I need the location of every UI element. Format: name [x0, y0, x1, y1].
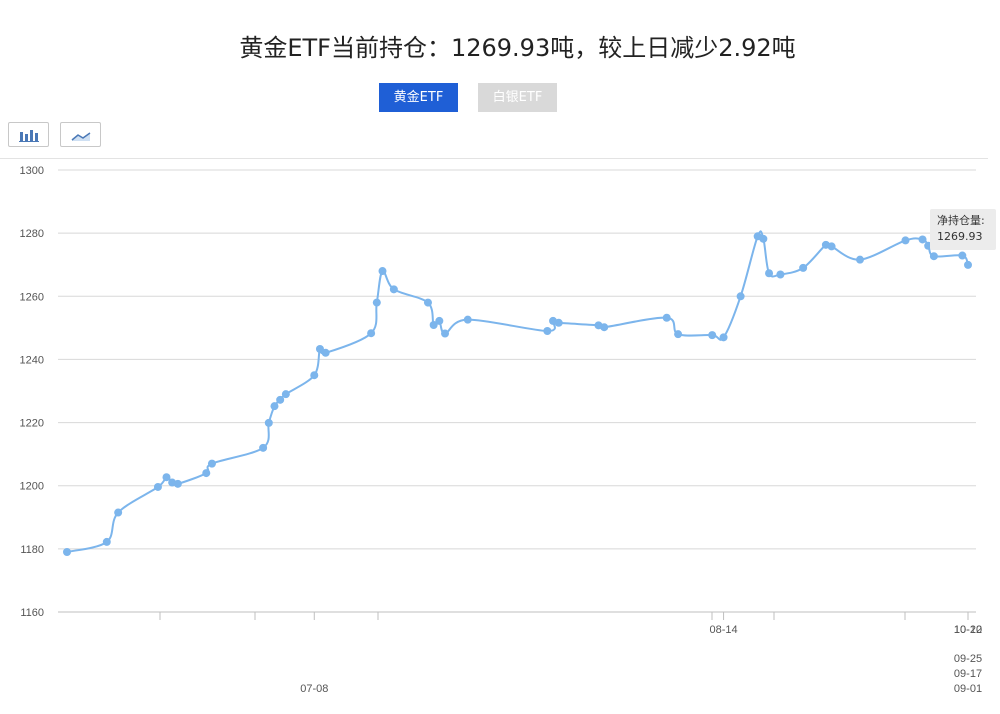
- data-point: [441, 329, 450, 338]
- data-point: [270, 402, 279, 411]
- data-point: [276, 395, 285, 404]
- x-tick-label: 09-01: [954, 683, 982, 695]
- data-point: [901, 236, 910, 245]
- data-point: [102, 537, 111, 546]
- data-point: [776, 270, 785, 279]
- y-tick-label: 1300: [20, 165, 44, 177]
- y-tick-label: 1280: [20, 228, 44, 240]
- data-point: [378, 267, 387, 276]
- x-tick-label: 09-25: [954, 653, 982, 665]
- data-point: [958, 251, 967, 260]
- data-point: [114, 508, 123, 517]
- data-point: [719, 333, 728, 342]
- data-point: [281, 390, 290, 399]
- data-point: [929, 252, 938, 261]
- data-point: [765, 269, 774, 278]
- data-point: [964, 260, 972, 269]
- data-point: [367, 329, 376, 338]
- data-point: [202, 469, 211, 478]
- data-point: [259, 443, 268, 452]
- data-point: [554, 318, 563, 327]
- y-tick-label: 1200: [20, 481, 44, 493]
- line-chart: 1160 1180 1200 1220 1240 1260 1280 1300 07-08 08-…: [20, 165, 983, 695]
- data-point: [173, 479, 182, 488]
- data-point: [736, 292, 745, 301]
- data-point: [264, 418, 273, 427]
- data-point: [600, 323, 609, 332]
- data-point: [310, 371, 319, 380]
- data-point: [918, 235, 927, 244]
- x-tick-label: 09-17: [954, 668, 982, 680]
- tooltip-label: 净持仓量:: [937, 214, 985, 227]
- data-point: [759, 234, 768, 243]
- data-point: [855, 255, 864, 264]
- x-tick-label: 10-20: [954, 624, 982, 636]
- data-point: [207, 459, 216, 468]
- tooltip-value: 1269.93: [937, 230, 983, 243]
- data-point: [423, 298, 432, 307]
- x-tick-label: 07-08: [300, 683, 328, 695]
- data-point: [63, 548, 71, 557]
- x-tick-label: 08-14: [709, 624, 737, 636]
- y-tick-label: 1160: [20, 607, 44, 619]
- y-tick-label: 1220: [20, 418, 44, 430]
- y-tick-label: 1240: [20, 354, 44, 366]
- data-point: [708, 331, 717, 340]
- data-point: [321, 348, 330, 357]
- series-line: [66, 230, 969, 553]
- y-tick-label: 1260: [20, 291, 44, 303]
- y-tick-label: 1180: [20, 544, 44, 556]
- data-point: [153, 482, 162, 491]
- data-point: [799, 263, 808, 272]
- data-point: [372, 298, 381, 307]
- data-point: [389, 285, 398, 294]
- data-point: [827, 242, 836, 251]
- data-point: [463, 315, 472, 324]
- data-point: [662, 313, 671, 322]
- data-point: [674, 330, 683, 339]
- data-point: [435, 316, 444, 325]
- data-point: [543, 327, 552, 336]
- tooltip: 净持仓量: 1269.93: [930, 209, 996, 250]
